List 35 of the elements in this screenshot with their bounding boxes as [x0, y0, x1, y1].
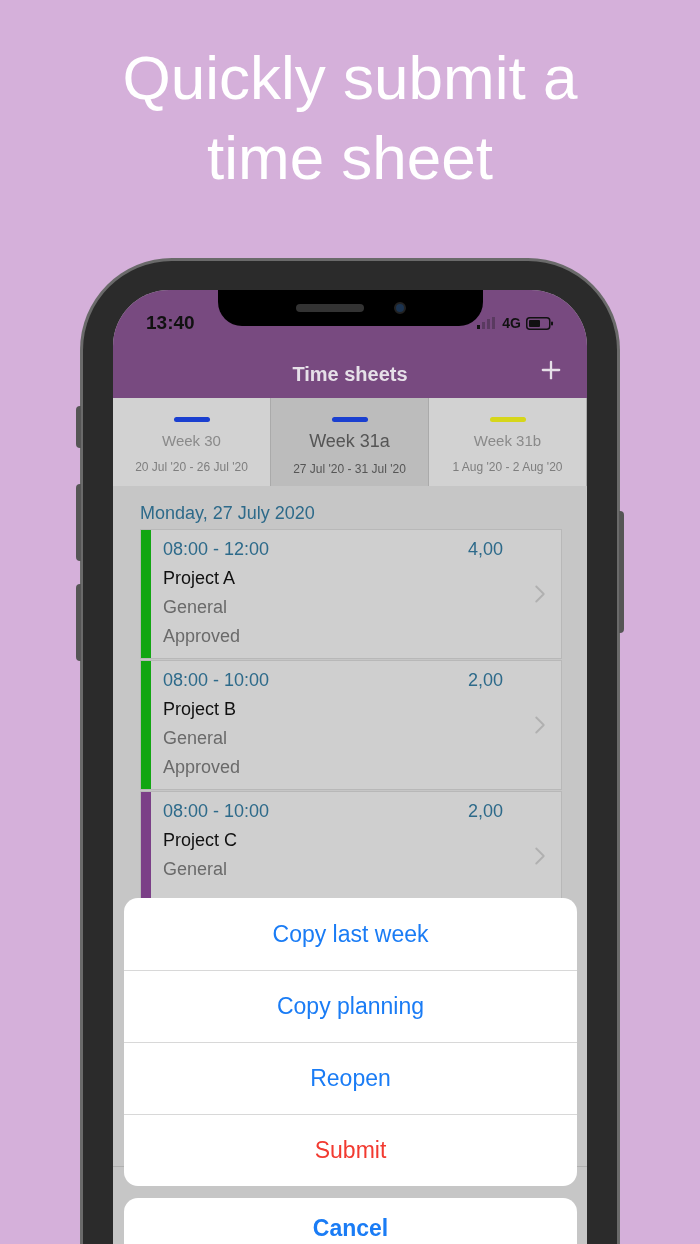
- speaker-grille: [295, 304, 364, 312]
- signal-icon: [477, 317, 498, 329]
- week-tab[interactable]: Week 30 20 Jul '20 - 26 Jul '20: [113, 398, 271, 486]
- camera-icon: [393, 302, 406, 314]
- entry-category: General: [163, 858, 229, 881]
- action-sheet-option[interactable]: Copy planning: [124, 970, 577, 1042]
- week-tab[interactable]: Week 31a 27 Jul '20 - 31 Jul '20: [271, 398, 429, 486]
- time-entry[interactable]: 08:00 - 12:00 4,00 Project A General Approved: [140, 529, 562, 659]
- action-sheet-option[interactable]: Reopen: [124, 1042, 577, 1114]
- nav-title: Time sheets: [292, 362, 408, 387]
- week-dates: 27 Jul '20 - 31 Jul '20: [293, 461, 406, 478]
- time-entry[interactable]: 08:00 - 10:00 2,00 Project B General Approved: [140, 660, 562, 790]
- entry-time: 08:00 - 10:00: [163, 669, 270, 692]
- entry-project: Project C: [163, 829, 239, 852]
- entry-project: Project A: [163, 567, 237, 590]
- status-time: 13:40: [146, 310, 195, 335]
- entry-hours: 2,00: [467, 669, 503, 692]
- entry-status: Approved: [163, 756, 242, 779]
- day-header: Monday, 27 July 2020: [140, 502, 316, 525]
- entry-category: General: [163, 727, 229, 750]
- entry-hours: 4,00: [467, 538, 503, 561]
- action-sheet-option[interactable]: Submit: [124, 1114, 577, 1186]
- battery-icon: [526, 316, 554, 330]
- week-dates: 1 Aug '20 - 2 Aug '20: [452, 458, 563, 476]
- entry-time: 08:00 - 10:00: [163, 800, 270, 823]
- entry-hours: 2,00: [467, 800, 503, 823]
- cancel-button[interactable]: Cancel: [124, 1198, 577, 1244]
- week-dates: 20 Jul '20 - 26 Jul '20: [135, 458, 248, 476]
- entry-project: Project B: [163, 698, 238, 721]
- network-label: 4G: [502, 313, 521, 333]
- entry-category: General: [163, 596, 229, 619]
- entry-time: 08:00 - 12:00: [163, 538, 270, 561]
- entry-status: Approved: [163, 625, 242, 648]
- week-tab[interactable]: Week 31b 1 Aug '20 - 2 Aug '20: [429, 398, 587, 486]
- headline: Quickly submit a time sheet: [121, 42, 579, 194]
